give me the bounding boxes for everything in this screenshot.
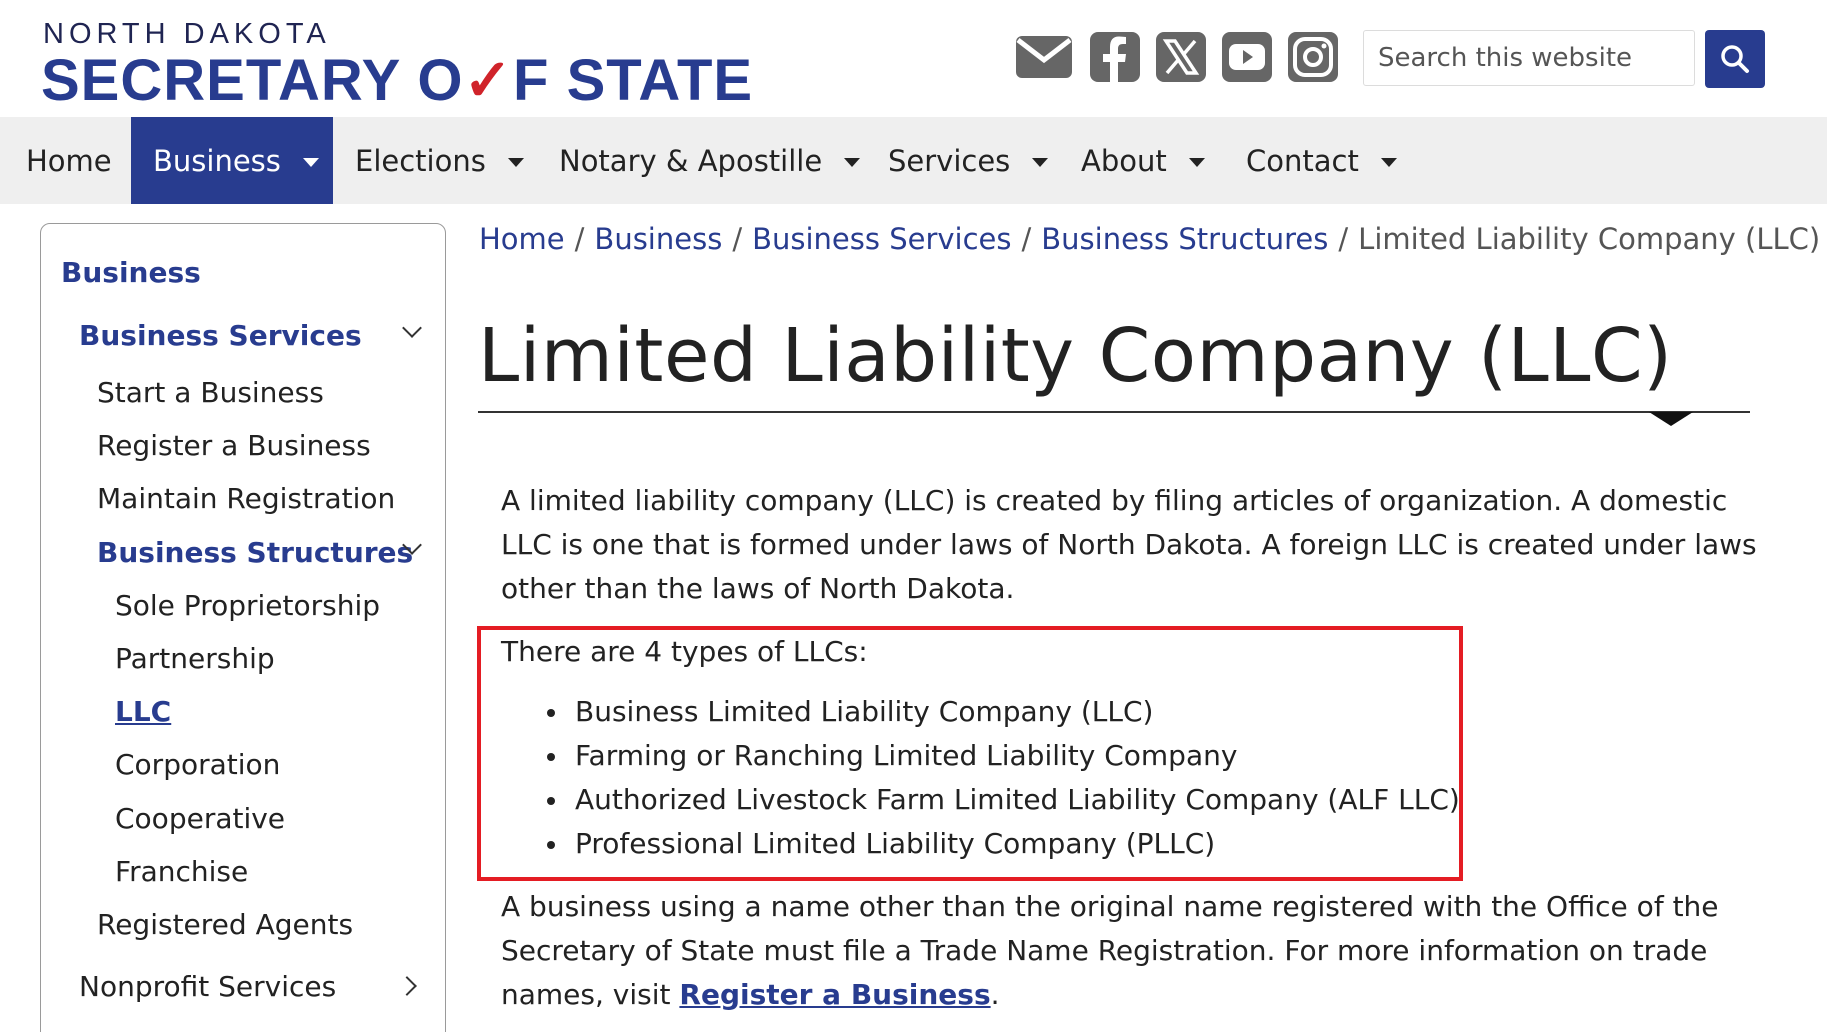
trade-name-paragraph: A business using a name other than the o… xyxy=(501,890,1719,1011)
caret-down-icon xyxy=(507,158,524,167)
search-icon xyxy=(1721,45,1749,73)
breadcrumb-business-structures[interactable]: Business Structures xyxy=(1041,222,1328,256)
breadcrumb-business-services[interactable]: Business Services xyxy=(752,222,1011,256)
sidebar-item-corporation[interactable]: Corporation xyxy=(115,748,280,781)
sidebar-item-franchise[interactable]: Franchise xyxy=(115,855,248,888)
sidebar-item-partnership[interactable]: Partnership xyxy=(115,642,275,675)
nav-contact[interactable]: Contact xyxy=(1246,117,1397,204)
logo-title: SECRETARY O✓F STATE xyxy=(41,48,754,113)
caret-down-icon xyxy=(302,158,319,167)
breadcrumb-current: Limited Liability Company (LLC) xyxy=(1358,222,1821,256)
nav-services[interactable]: Services xyxy=(888,117,1049,204)
nav-about[interactable]: About xyxy=(1081,117,1205,204)
breadcrumb-business[interactable]: Business xyxy=(594,222,722,256)
logo-check-mark: ✓ xyxy=(463,48,514,113)
site-header: NORTH DAKOTA SECRETARY O✓F STATE xyxy=(0,0,1827,117)
sidebar-nav: Business Business Services Start a Busin… xyxy=(40,223,446,1032)
page-title: Limited Liability Company (LLC) xyxy=(478,313,1673,399)
sidebar-item-sole-proprietorship[interactable]: Sole Proprietorship xyxy=(115,589,380,622)
list-item: Business Limited Liability Company (LLC) xyxy=(501,690,1460,734)
chevron-down-icon[interactable] xyxy=(402,318,422,338)
nav-notary-apostille[interactable]: Notary & Apostille xyxy=(559,117,861,204)
youtube-icon[interactable] xyxy=(1220,30,1278,84)
list-item: Authorized Livestock Farm Limited Liabil… xyxy=(501,778,1460,822)
sidebar-item-start-business[interactable]: Start a Business xyxy=(97,376,324,409)
search-button[interactable] xyxy=(1705,30,1765,88)
breadcrumb: Home / Business / Business Services / Business… xyxy=(479,222,1821,256)
caret-down-icon xyxy=(844,158,861,167)
caret-down-icon xyxy=(1188,158,1205,167)
breadcrumb-home[interactable]: Home xyxy=(479,222,565,256)
sidebar-item-registered-agents[interactable]: Registered Agents xyxy=(97,908,353,941)
sidebar-item-nonprofit-services[interactable]: Nonprofit Services xyxy=(79,970,336,1003)
sidebar-item-maintain-registration[interactable]: Maintain Registration xyxy=(97,482,395,515)
intro-paragraph: A limited liability company (LLC) is cre… xyxy=(501,484,1757,605)
nav-business[interactable]: Business xyxy=(131,117,333,204)
x-icon[interactable] xyxy=(1154,30,1212,84)
nav-elections[interactable]: Elections xyxy=(355,117,524,204)
site-logo[interactable]: NORTH DAKOTA SECRETARY O✓F STATE xyxy=(41,16,752,113)
caret-down-icon xyxy=(1380,158,1397,167)
chevron-right-icon[interactable] xyxy=(397,976,417,996)
search-input[interactable] xyxy=(1363,30,1695,86)
sidebar-item-business-structures[interactable]: Business Structures xyxy=(97,536,413,569)
sidebar-item-business-services[interactable]: Business Services xyxy=(79,319,362,352)
email-icon[interactable] xyxy=(1014,30,1072,84)
sidebar-heading-business[interactable]: Business xyxy=(61,256,201,289)
register-business-link[interactable]: Register a Business xyxy=(679,978,990,1011)
title-divider-notch xyxy=(1649,412,1693,426)
instagram-icon[interactable] xyxy=(1286,30,1344,84)
sidebar-item-llc[interactable]: LLC xyxy=(115,695,171,728)
nav-home[interactable]: Home xyxy=(26,117,112,204)
list-item: Farming or Ranching Limited Liability Co… xyxy=(501,734,1460,778)
main-navigation: Home Business Elections Notary & Apostil… xyxy=(0,117,1827,204)
list-item: Professional Limited Liability Company (… xyxy=(501,822,1460,866)
llc-types-intro: There are 4 types of LLCs: xyxy=(501,635,868,668)
caret-down-icon xyxy=(1032,158,1049,167)
facebook-icon[interactable] xyxy=(1088,30,1146,84)
sidebar-item-cooperative[interactable]: Cooperative xyxy=(115,802,285,835)
sidebar-item-register-business[interactable]: Register a Business xyxy=(97,429,371,462)
title-divider xyxy=(478,411,1750,413)
llc-types-list: Business Limited Liability Company (LLC)… xyxy=(501,690,1460,866)
